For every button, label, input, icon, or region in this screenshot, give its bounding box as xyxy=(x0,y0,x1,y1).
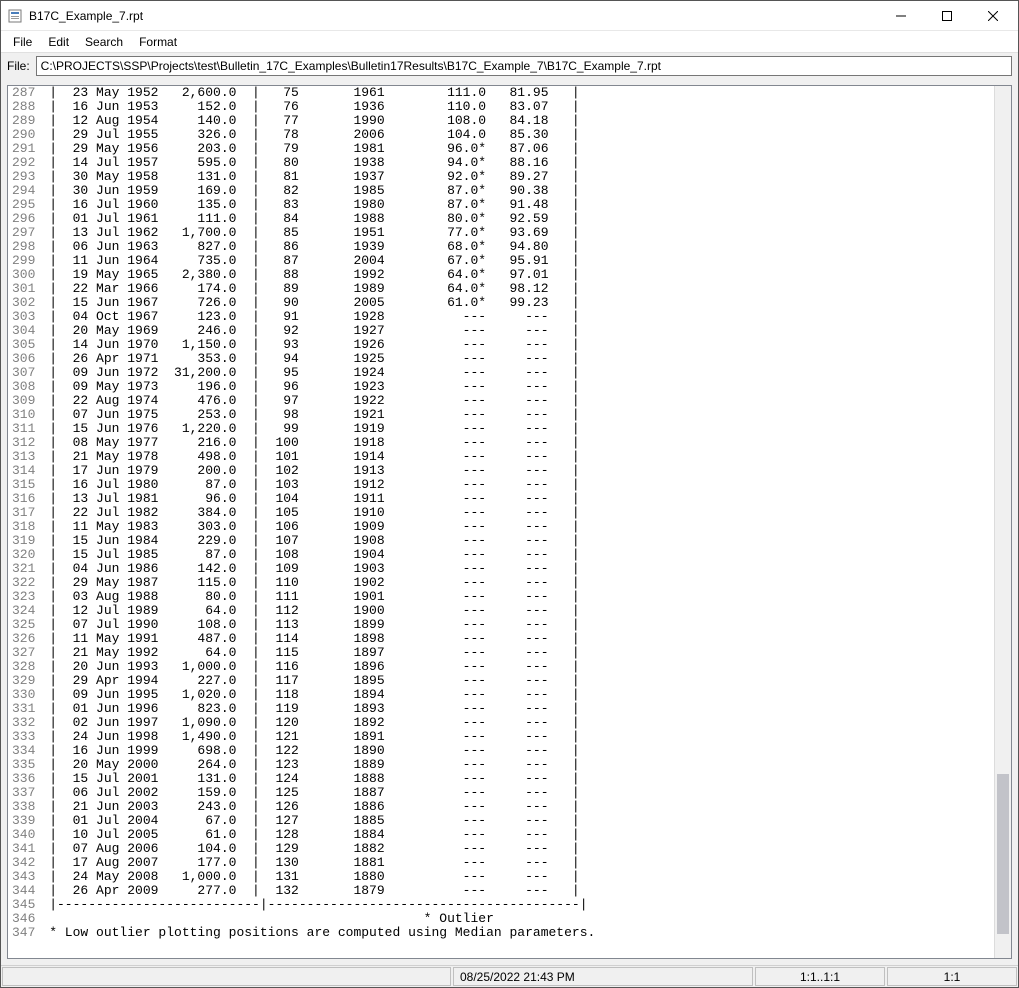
status-range: 1:1..1:1 xyxy=(755,967,885,986)
file-label: File: xyxy=(7,59,30,73)
status-msg xyxy=(2,967,451,986)
statusbar: 08/25/2022 21:43 PM 1:1..1:1 1:1 xyxy=(1,965,1018,987)
menu-format[interactable]: Format xyxy=(131,33,185,51)
file-row: File: xyxy=(1,53,1018,79)
close-button[interactable] xyxy=(970,1,1016,31)
maximize-button[interactable] xyxy=(924,1,970,31)
file-path-input[interactable] xyxy=(36,56,1012,76)
menu-edit[interactable]: Edit xyxy=(40,33,77,51)
text-editor[interactable]: 287 288 289 290 291 292 293 294 295 296 … xyxy=(7,85,1012,959)
minimize-button[interactable] xyxy=(878,1,924,31)
line-gutter: 287 288 289 290 291 292 293 294 295 296 … xyxy=(8,86,41,958)
app-window: B17C_Example_7.rpt File Edit Search Form… xyxy=(0,0,1019,988)
menu-search[interactable]: Search xyxy=(77,33,131,51)
window-title: B17C_Example_7.rpt xyxy=(29,9,878,23)
menu-file[interactable]: File xyxy=(5,33,40,51)
scrollbar-thumb[interactable] xyxy=(997,774,1009,934)
status-pos: 1:1 xyxy=(887,967,1017,986)
titlebar: B17C_Example_7.rpt xyxy=(1,1,1018,31)
text-content[interactable]: | 23 May 1952 2,600.0 | 75 1961 111.0 81… xyxy=(41,86,994,958)
menubar: File Edit Search Format xyxy=(1,31,1018,53)
status-timestamp: 08/25/2022 21:43 PM xyxy=(453,967,753,986)
app-icon xyxy=(7,8,23,24)
vertical-scrollbar[interactable] xyxy=(994,86,1011,958)
editor-body: 287 288 289 290 291 292 293 294 295 296 … xyxy=(1,79,1018,965)
